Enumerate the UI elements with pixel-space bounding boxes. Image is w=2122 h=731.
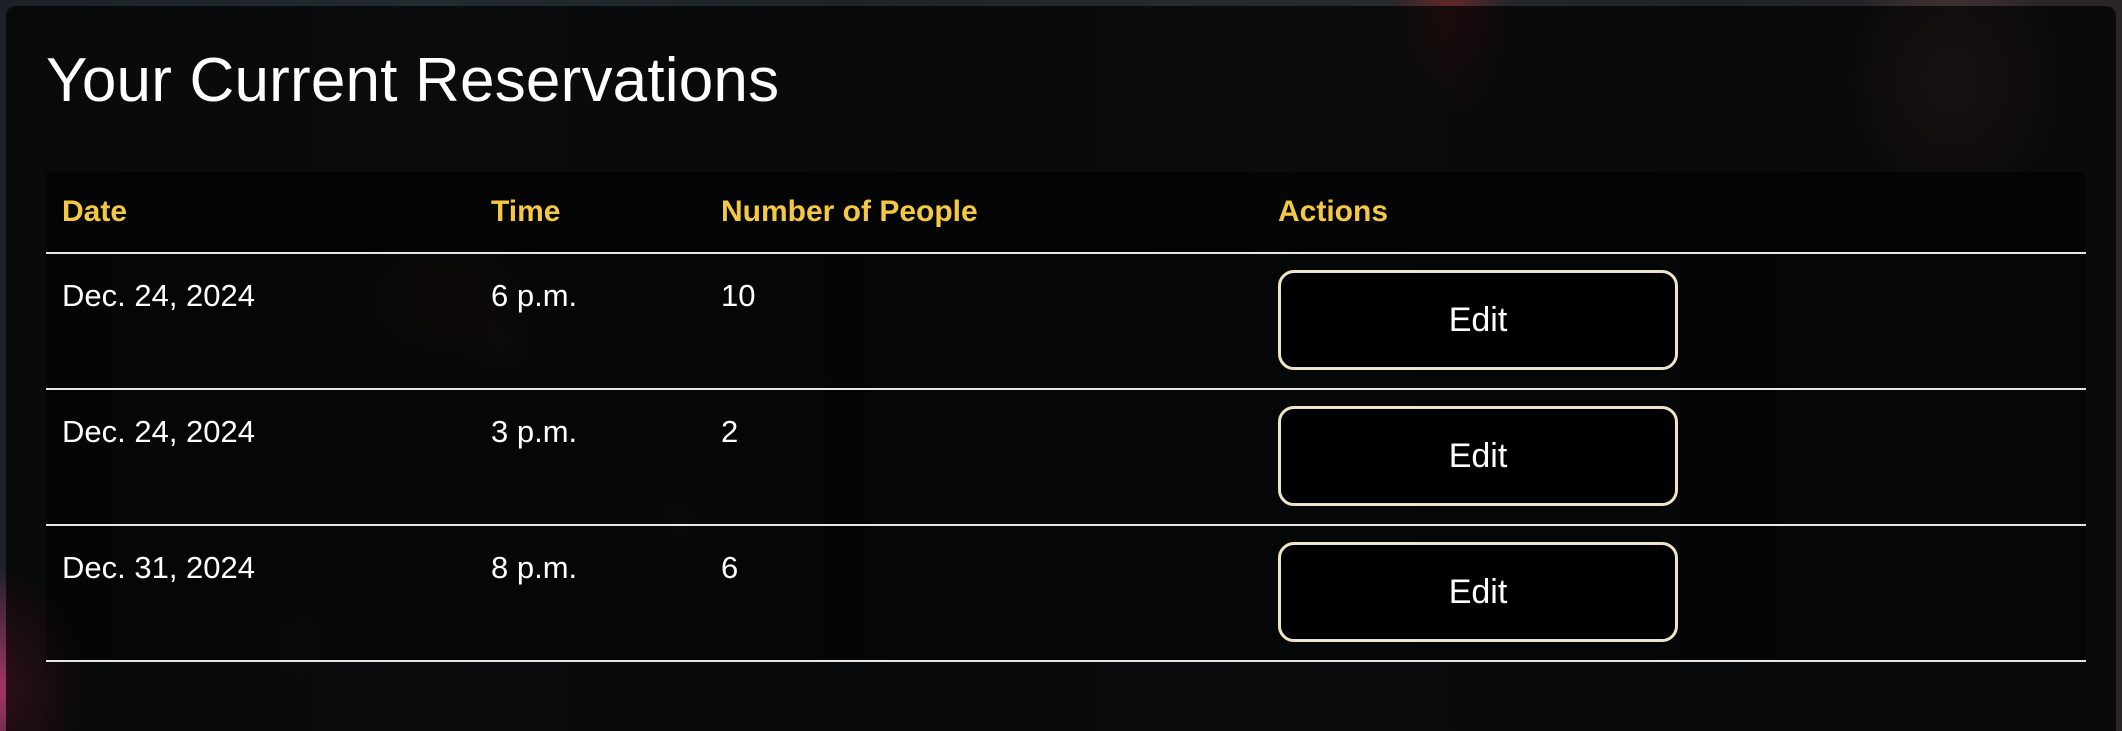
edit-button[interactable]: Edit bbox=[1278, 542, 1678, 642]
reservations-panel: Your Current Reservations Date Time Numb… bbox=[6, 6, 2116, 731]
reservations-table: Date Time Number of People Actions Dec. … bbox=[46, 172, 2086, 662]
reservation-actions: Edit bbox=[1262, 254, 2086, 388]
table-row: Dec. 24, 2024 6 p.m. 10 Edit bbox=[46, 254, 2086, 390]
page-title: Your Current Reservations bbox=[46, 46, 780, 115]
reservation-actions: Edit bbox=[1262, 390, 2086, 524]
table-header-row: Date Time Number of People Actions bbox=[46, 172, 2086, 254]
table-row: Dec. 24, 2024 3 p.m. 2 Edit bbox=[46, 390, 2086, 526]
reservation-people: 6 bbox=[721, 550, 739, 585]
reservation-date: Dec. 24, 2024 bbox=[62, 414, 256, 449]
edit-button[interactable]: Edit bbox=[1278, 270, 1678, 370]
reservation-people: 2 bbox=[721, 414, 739, 449]
column-header-date: Date bbox=[62, 195, 128, 228]
reservation-time: 6 p.m. bbox=[491, 278, 578, 313]
reservation-time: 3 p.m. bbox=[491, 414, 578, 449]
reservation-date: Dec. 31, 2024 bbox=[62, 550, 256, 585]
table-row: Dec. 31, 2024 8 p.m. 6 Edit bbox=[46, 526, 2086, 662]
reservation-time: 8 p.m. bbox=[491, 550, 578, 585]
column-header-actions: Actions bbox=[1278, 195, 1389, 228]
column-header-people: Number of People bbox=[721, 195, 978, 228]
reservation-actions: Edit bbox=[1262, 526, 2086, 660]
reservation-people: 10 bbox=[721, 278, 756, 313]
column-header-time: Time bbox=[491, 195, 561, 228]
edit-button[interactable]: Edit bbox=[1278, 406, 1678, 506]
reservation-date: Dec. 24, 2024 bbox=[62, 278, 256, 313]
